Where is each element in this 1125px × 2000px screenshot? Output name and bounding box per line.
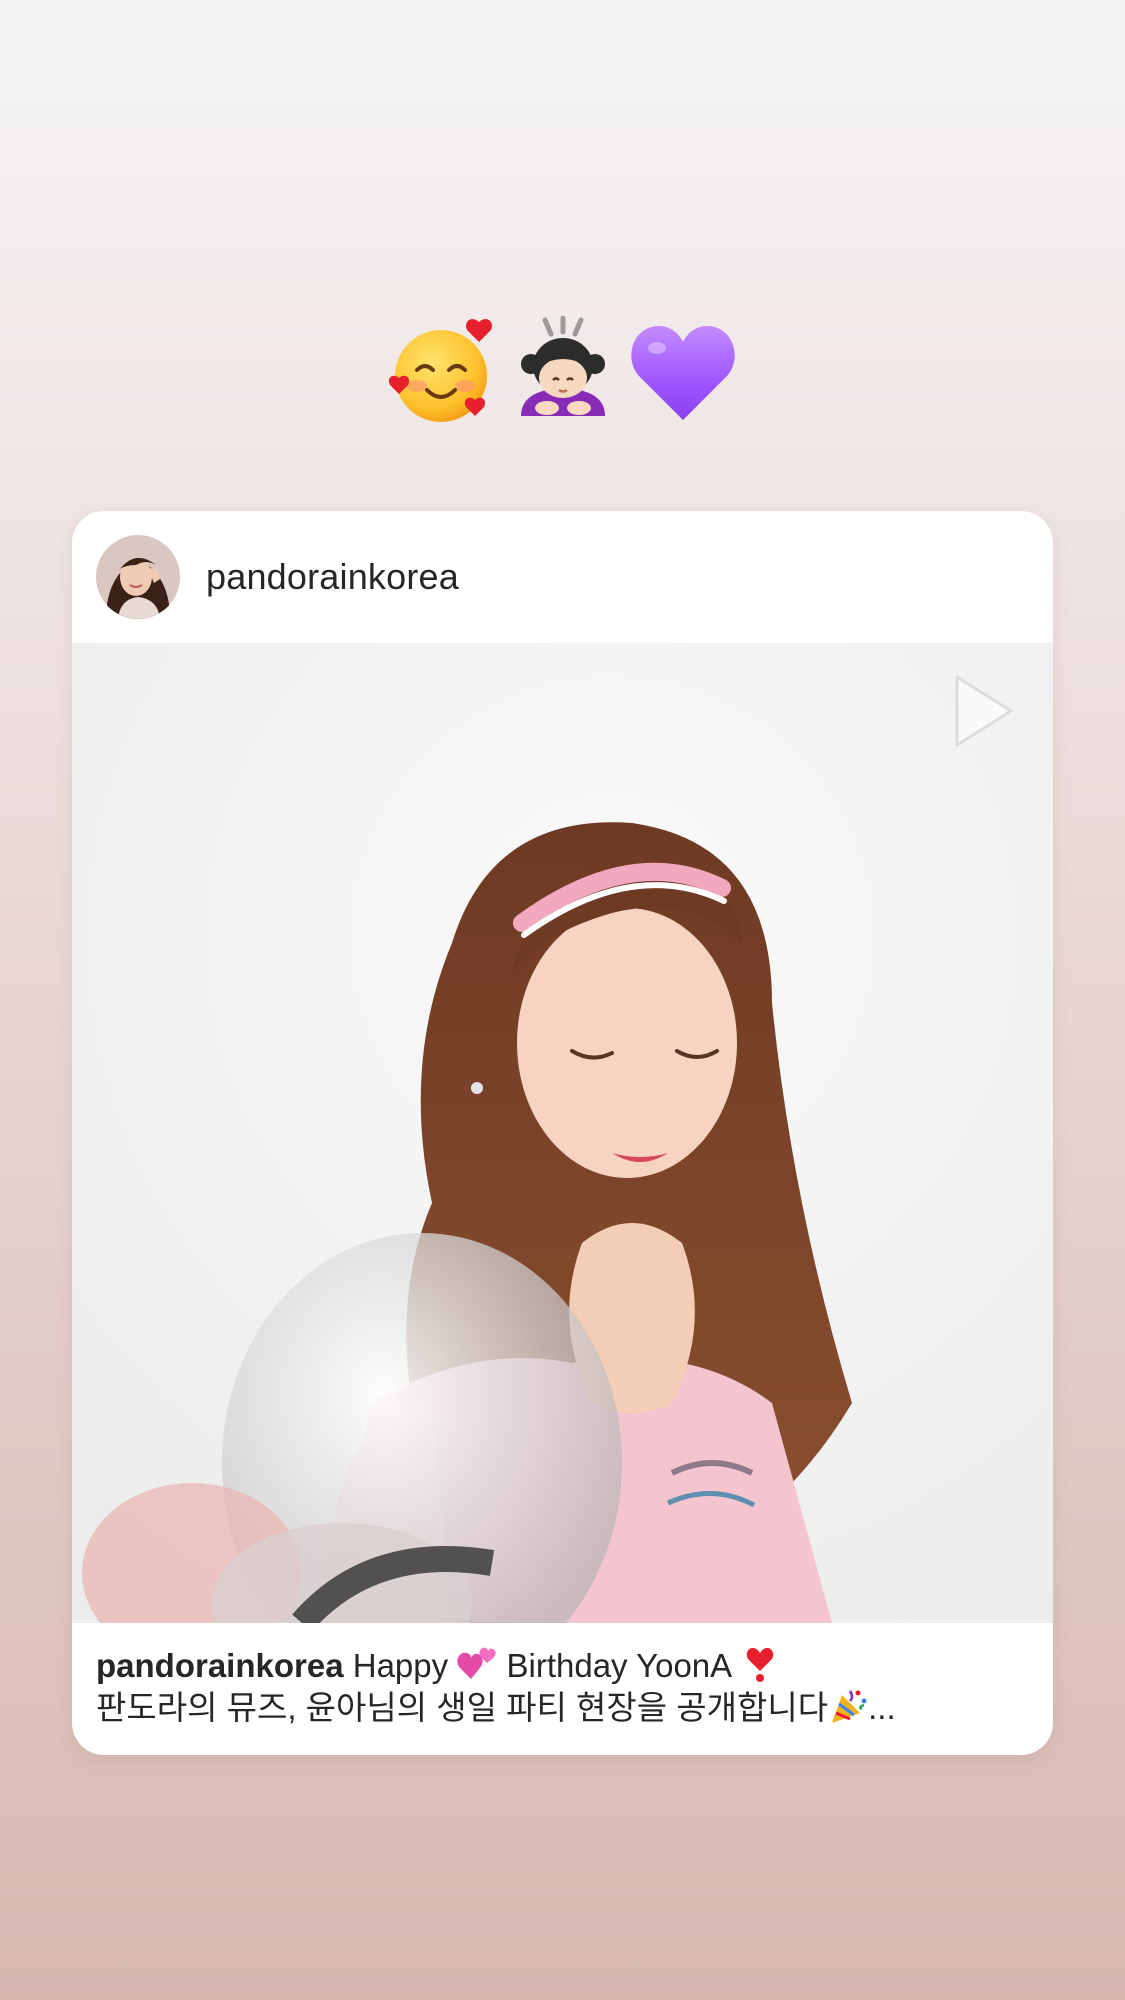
party-popper-icon [832,1690,867,1723]
story-stickers [0,312,1125,432]
post-media-video[interactable] [72,643,1053,1623]
shared-post-card[interactable]: pandorainkorea pandorainkorea Happy Birt… [72,511,1053,1755]
smiling-face-with-hearts-icon[interactable] [387,316,499,428]
play-icon[interactable] [951,673,1017,749]
person-bowing-icon[interactable] [507,316,619,428]
post-header: pandorainkorea [72,511,1053,643]
caption-text-part2: Birthday YoonA [506,1647,731,1684]
caption-username[interactable]: pandorainkorea [96,1647,344,1684]
caption-text-part1: Happy [352,1647,449,1684]
purple-heart-icon[interactable] [627,316,739,428]
exclamation-heart-icon [746,1647,773,1682]
post-caption: pandorainkorea Happy Birthday YoonA 판도라의… [96,1645,1036,1729]
caption-ellipsis[interactable]: ... [868,1689,896,1726]
two-hearts-icon [457,1647,496,1679]
post-photo [72,643,1053,1623]
avatar[interactable] [96,535,180,619]
caption-text-line2: 판도라의 뮤즈, 윤아님의 생일 파티 현장을 공개합니다 [96,1689,829,1726]
post-username[interactable]: pandorainkorea [206,556,459,598]
